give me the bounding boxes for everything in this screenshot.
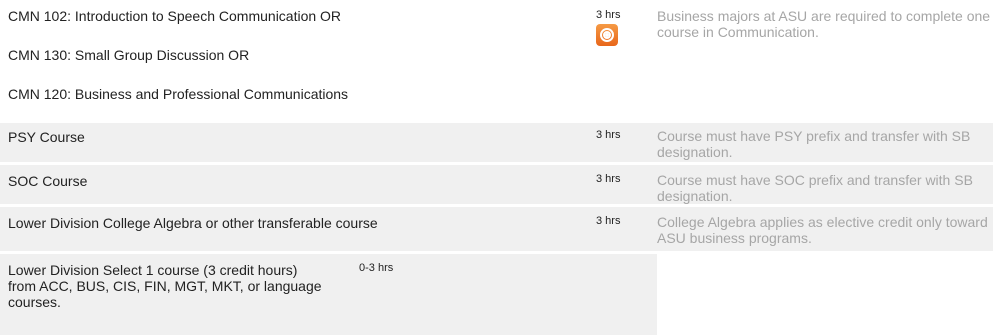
course-college-algebra: Lower Division College Algebra or other … xyxy=(8,215,378,231)
rss-icon[interactable] xyxy=(596,24,618,46)
course-cmn-102: CMN 102: Introduction to Speech Communic… xyxy=(8,8,342,24)
course-cmn-120: CMN 120: Business and Professional Commu… xyxy=(8,86,349,102)
credit-hours: 3 hrs xyxy=(596,129,621,141)
course-lower-division-select: Lower Division Select 1 course (3 credit… xyxy=(8,262,322,310)
credit-hours: 0-3 hrs xyxy=(359,262,394,274)
requirement-note: Course must have SOC prefix and transfer… xyxy=(657,172,973,204)
transfer-requirements-table: CMN 102: Introduction to Speech Communic… xyxy=(0,0,993,335)
requirement-row-psy: PSY Course 3 hrs Course must have PSY pr… xyxy=(0,123,993,162)
course-soc: SOC Course xyxy=(8,173,88,189)
requirement-row-communication: CMN 102: Introduction to Speech Communic… xyxy=(0,0,993,120)
course-psy: PSY Course xyxy=(8,129,85,145)
course-cmn-130: CMN 130: Small Group Discussion OR xyxy=(8,47,250,63)
requirement-note: College Algebra applies as elective cred… xyxy=(657,214,988,246)
requirement-row-soc: SOC Course 3 hrs Course must have SOC pr… xyxy=(0,165,993,204)
credit-hours: 3 hrs xyxy=(596,9,621,21)
requirement-note: Course must have PSY prefix and transfer… xyxy=(657,128,971,160)
requirement-row-lower-division-select: Lower Division Select 1 course (3 credit… xyxy=(0,254,657,335)
requirement-note: Business majors at ASU are required to c… xyxy=(657,8,991,40)
credit-hours: 3 hrs xyxy=(596,173,621,185)
requirement-row-college-algebra: Lower Division College Algebra or other … xyxy=(0,207,993,251)
credit-hours: 3 hrs xyxy=(596,215,621,227)
